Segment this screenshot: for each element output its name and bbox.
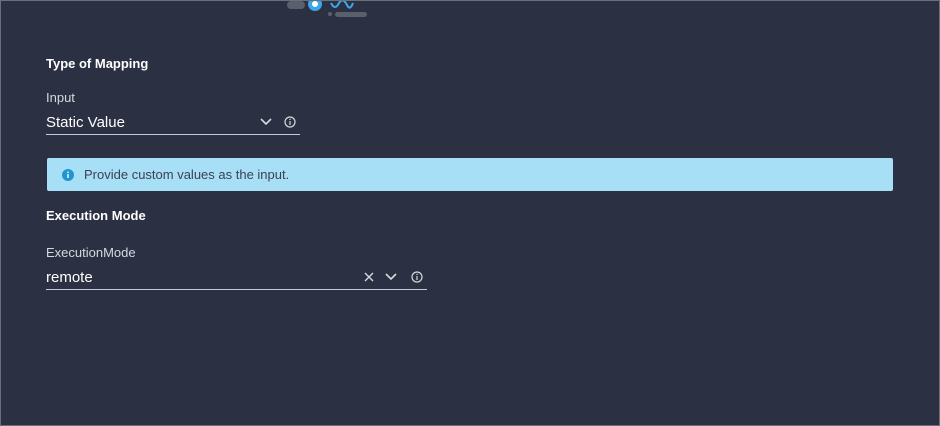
info-icon[interactable] (283, 115, 297, 129)
info-banner-text: Provide custom values as the input. (84, 167, 290, 182)
input-label: Input (46, 90, 75, 105)
type-of-mapping-heading: Type of Mapping (46, 56, 149, 71)
chevron-down-icon[interactable] (259, 115, 273, 129)
info-circle-icon (62, 168, 74, 181)
panel-frame: Type of Mapping Input Static Value Provi… (0, 0, 940, 426)
workflow-graphic-icon (287, 1, 367, 17)
execution-mode-value: remote (46, 268, 93, 286)
input-select-value: Static Value (46, 113, 125, 131)
input-select[interactable]: Static Value (46, 110, 300, 135)
execution-mode-heading: Execution Mode (46, 208, 146, 223)
info-icon[interactable] (410, 270, 424, 284)
execution-mode-select[interactable]: remote (46, 265, 427, 290)
info-banner: Provide custom values as the input. (47, 158, 893, 191)
clear-icon[interactable] (362, 270, 376, 284)
chevron-down-icon[interactable] (384, 270, 398, 284)
execution-mode-label: ExecutionMode (46, 245, 136, 260)
